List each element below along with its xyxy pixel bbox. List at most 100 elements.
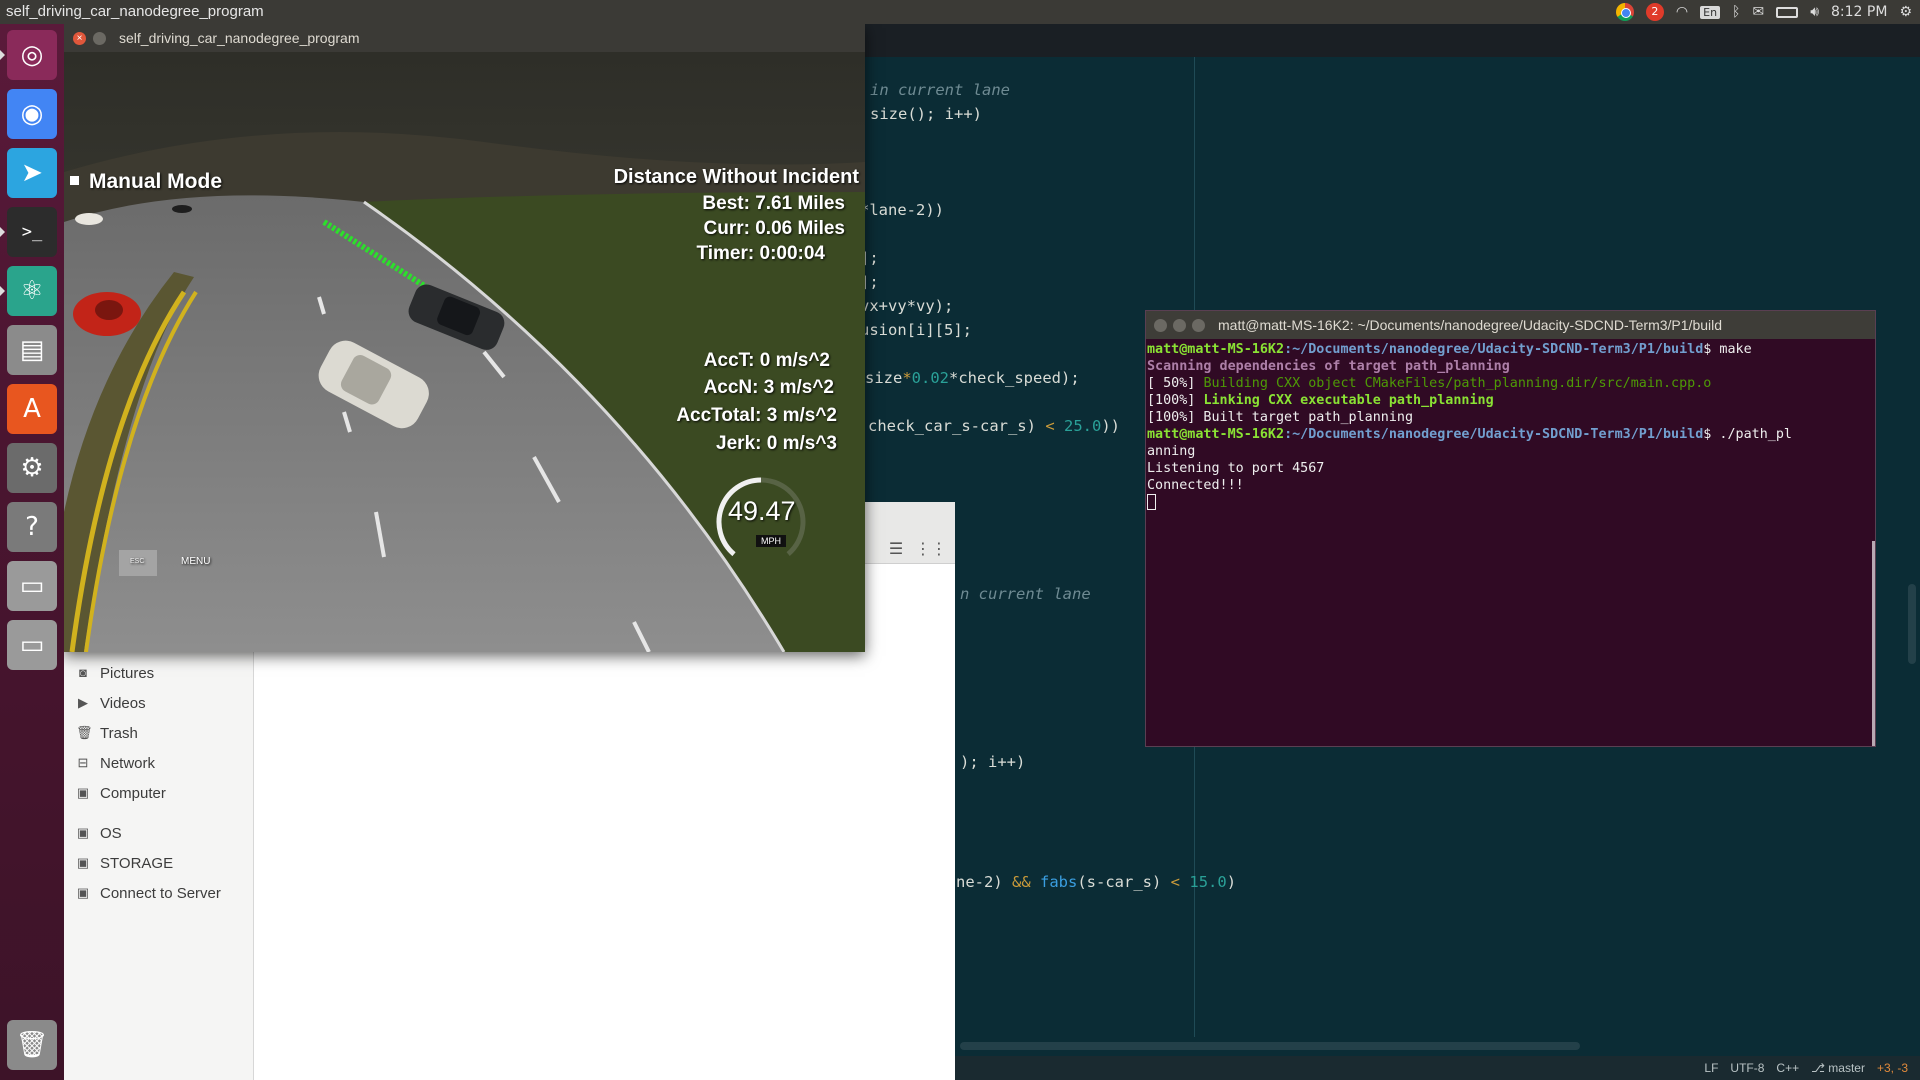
- jerk: Jerk: 0 m/s^3: [716, 433, 837, 454]
- list-view-button[interactable]: ☰: [881, 536, 911, 562]
- acc-total: AccTotal: 3 m/s^2: [676, 405, 837, 426]
- code-line: *lane-2)): [860, 201, 944, 219]
- code-token: in current lane: [870, 81, 1010, 99]
- volume-icon[interactable]: 🔊︎: [1810, 4, 1819, 20]
- vertical-scrollbar[interactable]: [1908, 584, 1916, 664]
- code-token: vx+vy*vy);: [860, 297, 954, 315]
- launcher-chrome[interactable]: ◉: [7, 89, 57, 139]
- mail-icon[interactable]: ✉: [1752, 4, 1764, 20]
- code-token: *lane-2)): [860, 201, 944, 219]
- simulator-viewport[interactable]: Manual Mode Distance Without Incident Be…: [64, 52, 865, 652]
- sidebar-item-trash[interactable]: 🗑︎ Trash: [76, 721, 138, 745]
- launcher-system-settings[interactable]: ⚙: [7, 443, 57, 493]
- acc-n: AccN: 3 m/s^2: [703, 377, 834, 398]
- horizontal-scrollbar[interactable]: [960, 1042, 1580, 1050]
- terminal-icon: >_: [21, 222, 43, 242]
- code-token: ); i++): [960, 753, 1026, 771]
- encoding-indicator[interactable]: UTF-8: [1730, 1061, 1764, 1075]
- chrome-icon[interactable]: [1615, 3, 1634, 21]
- drive-icon: ▣: [76, 825, 90, 840]
- code-token: usion[i][5];: [860, 321, 972, 339]
- launcher-ubuntu-dash[interactable]: ◎: [0, 30, 57, 80]
- sidebar-item-label: Pictures: [100, 664, 155, 682]
- git-branch[interactable]: ⎇ master: [1811, 1061, 1865, 1075]
- launcher-trash[interactable]: 🗑︎: [7, 1020, 57, 1070]
- wifi-icon[interactable]: ◠: [1676, 4, 1688, 20]
- minimize-icon[interactable]: [93, 32, 106, 45]
- file-cabinet-icon: ▤: [19, 335, 45, 365]
- launcher-telegram[interactable]: ➤: [7, 148, 57, 198]
- terminal-scrollbar[interactable]: [1872, 541, 1875, 746]
- gear-wrench-icon: ⚙: [20, 453, 44, 483]
- code-token: ne-2): [956, 873, 1012, 891]
- launcher-terminal[interactable]: >_: [0, 207, 57, 257]
- red-car: [73, 292, 141, 336]
- active-app-title: self_driving_car_nanodegree_program: [6, 3, 264, 20]
- terminal-line: Listening to port 4567: [1147, 461, 1325, 476]
- code-line: in current lane: [870, 81, 1010, 99]
- question-icon: ?: [25, 512, 39, 542]
- code-token: ): [1226, 873, 1237, 891]
- terminal-window[interactable]: matt@matt-MS-16K2: ~/Documents/nanodegre…: [1145, 310, 1876, 747]
- distant-car: [172, 205, 192, 213]
- launcher-help[interactable]: ?: [7, 502, 57, 552]
- minimize-icon[interactable]: [1173, 319, 1186, 332]
- drive-icon: ▣: [76, 855, 90, 870]
- sidebar-item-os[interactable]: ▣ OS: [76, 821, 122, 845]
- sidebar-item-label: Connect to Server: [100, 884, 221, 902]
- terminal-line: Connected!!!: [1147, 478, 1244, 493]
- launcher-drive-2[interactable]: ▭: [7, 620, 57, 670]
- esc-key-label[interactable]: ESC: [130, 558, 144, 565]
- clock[interactable]: 8:12 PM: [1831, 4, 1887, 20]
- mode-label[interactable]: Manual Mode: [89, 170, 222, 194]
- sidebar-item-pictures[interactable]: ◙ Pictures: [76, 661, 154, 685]
- speed-value: 49.47: [728, 496, 796, 526]
- grid-view-button[interactable]: ⋮⋮: [915, 536, 947, 562]
- code-line: ); i++): [960, 753, 1025, 771]
- acc-t: AccT: 0 m/s^2: [703, 350, 830, 371]
- terminal-output[interactable]: matt@matt-MS-16K2:~/Documents/nanodegree…: [1146, 341, 1861, 511]
- bluetooth-icon[interactable]: ᛒ: [1732, 4, 1740, 20]
- line-ending-indicator[interactable]: LF: [1704, 1061, 1718, 1075]
- code-line: size*0.02*check_speed);: [865, 369, 1080, 387]
- sidebar-item-network[interactable]: ⊟ Network: [76, 751, 155, 775]
- code-line: n current lane: [960, 585, 1091, 603]
- git-changes[interactable]: +3, -3: [1877, 1061, 1908, 1075]
- branch-label: master: [1828, 1061, 1865, 1075]
- terminal-titlebar[interactable]: matt@matt-MS-16K2: ~/Documents/nanodegre…: [1146, 311, 1875, 339]
- code-token: 25.0: [1054, 417, 1102, 435]
- keyboard-layout[interactable]: En: [1700, 5, 1721, 19]
- grammar-indicator[interactable]: C++: [1776, 1061, 1799, 1075]
- settings-icon[interactable]: ⚙: [1899, 4, 1912, 20]
- best-distance: Best: 7.61 Miles: [702, 193, 845, 214]
- code-token: n current lane: [960, 585, 1091, 603]
- menu-label[interactable]: MENU: [181, 556, 210, 567]
- code-token: <: [1170, 873, 1181, 891]
- code-token: (s-car_s): [1077, 873, 1171, 891]
- sidebar-item-connect-to-server[interactable]: ▣ Connect to Server: [76, 881, 221, 905]
- simulator-titlebar[interactable]: × self_driving_car_nanodegree_program: [64, 24, 865, 52]
- launcher-files[interactable]: ▤: [7, 325, 57, 375]
- code-token: size: [865, 369, 903, 387]
- sidebar-item-computer[interactable]: ▣ Computer: [76, 781, 166, 805]
- close-icon[interactable]: ×: [73, 32, 86, 45]
- maximize-icon[interactable]: [1192, 319, 1205, 332]
- code-token: *check_speed);: [949, 369, 1080, 387]
- battery-icon[interactable]: [1776, 6, 1799, 18]
- telegram-icon: ➤: [21, 158, 43, 188]
- launcher-software-center[interactable]: A: [7, 384, 57, 434]
- terminal-line: [1147, 494, 1861, 511]
- sidebar-item-storage[interactable]: ▣ STORAGE: [76, 851, 173, 875]
- close-icon[interactable]: [1154, 319, 1167, 332]
- launcher-atom[interactable]: ⚛: [0, 266, 57, 316]
- terminal-cursor: [1147, 494, 1156, 510]
- simulator-window[interactable]: × self_driving_car_nanodegree_program Ma…: [64, 24, 865, 652]
- launcher-drive-1[interactable]: ▭: [7, 561, 57, 611]
- notification-badge[interactable]: 2: [1645, 3, 1664, 21]
- trash-icon: 🗑︎: [15, 1030, 49, 1060]
- sidebar-item-videos[interactable]: ▶ Videos: [76, 691, 146, 715]
- launcher: ◎ ◉ ➤ >_ ⚛ ▤ A ⚙? ▭ ▭ 🗑︎: [0, 24, 64, 1080]
- terminal-line: Scanning dependencies of target path_pla…: [1147, 359, 1510, 374]
